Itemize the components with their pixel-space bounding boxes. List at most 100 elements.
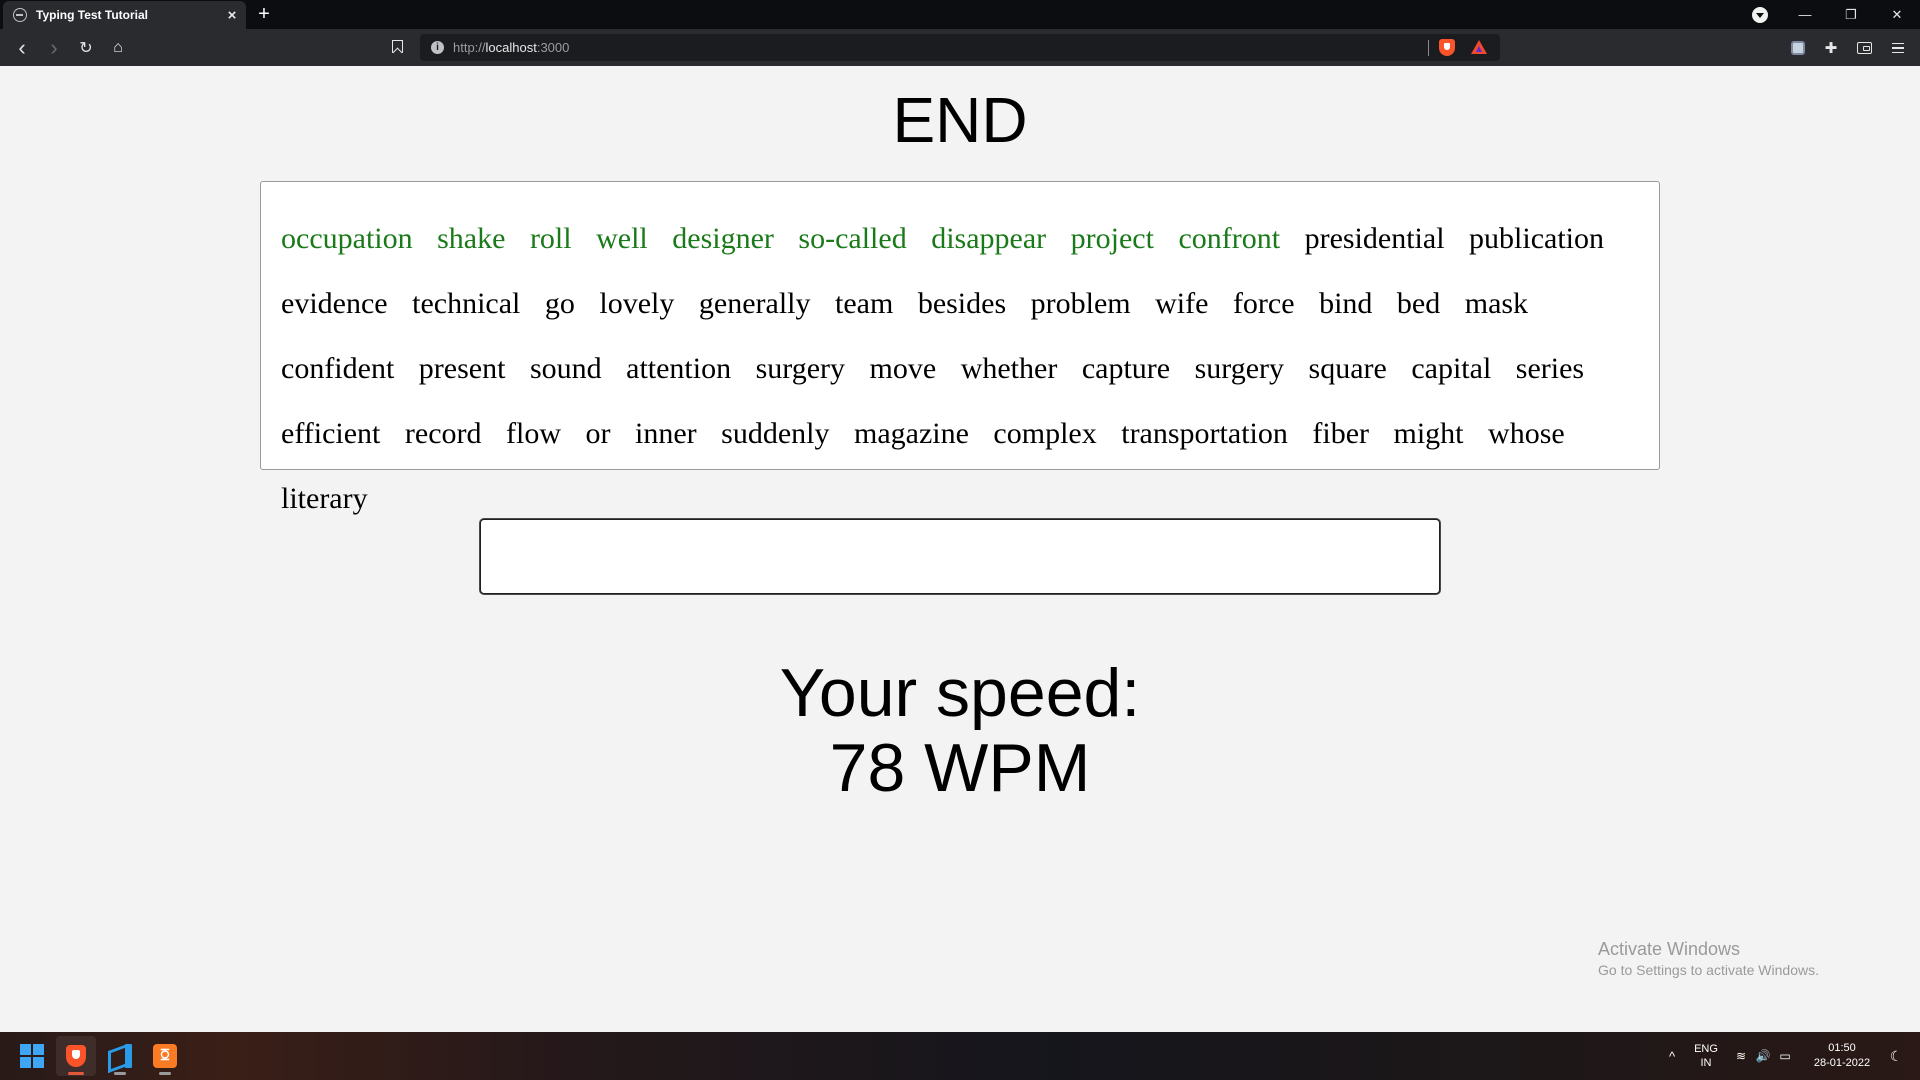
speed-value: 78 WPM: [829, 730, 1091, 806]
page-title: END: [892, 84, 1028, 156]
word: magazine: [853, 417, 969, 450]
word: go: [544, 287, 575, 320]
address-bar[interactable]: i http://localhost:3000: [420, 34, 1500, 61]
word: besides: [917, 287, 1007, 320]
minimize-button[interactable]: —: [1782, 0, 1828, 29]
word: mask: [1464, 287, 1529, 320]
language-indicator[interactable]: ENG IN: [1690, 1032, 1722, 1080]
volume-icon: 🔊: [1755, 1049, 1771, 1063]
watermark-line2: Go to Settings to activate Windows.: [1598, 962, 1819, 978]
activate-windows-watermark: Activate Windows Go to Settings to activ…: [1598, 938, 1819, 980]
url-text[interactable]: http://localhost:3000: [453, 40, 569, 55]
close-window-button[interactable]: ✕: [1874, 0, 1920, 29]
word: problem: [1030, 287, 1131, 320]
window-controls: — ❐ ✕: [1782, 0, 1920, 29]
globe-icon: [13, 8, 27, 22]
wallet-icon[interactable]: [1851, 35, 1877, 61]
word: shake: [437, 222, 506, 255]
menu-icon[interactable]: [1885, 35, 1911, 61]
word: confront: [1178, 222, 1281, 255]
back-button[interactable]: ‹: [9, 35, 35, 61]
word: or: [585, 417, 611, 450]
browser-toolbar: ‹ › ↻ ⌂ i http://localhost:3000 ✚: [0, 29, 1920, 66]
word: wife: [1155, 287, 1209, 320]
word: complex: [993, 417, 1097, 450]
site-info-icon[interactable]: i: [431, 41, 444, 54]
focus-assist-moon-icon[interactable]: ☾: [1884, 1032, 1908, 1080]
tab-close-icon[interactable]: ×: [221, 7, 243, 24]
word: whether: [960, 352, 1058, 385]
quick-settings[interactable]: ≋ 🔊 ▭: [1733, 1032, 1793, 1080]
forward-button[interactable]: ›: [41, 35, 67, 61]
word: series: [1515, 352, 1585, 385]
active-indicator: [68, 1072, 84, 1075]
battery-icon: ▭: [1779, 1049, 1791, 1063]
word: record: [404, 417, 482, 450]
page-viewport: END occupation shake roll well designer …: [0, 66, 1920, 1032]
word: move: [869, 352, 937, 385]
word: designer: [672, 222, 774, 255]
tab-title: Typing Test Tutorial: [36, 8, 148, 22]
new-tab-button[interactable]: +: [252, 2, 276, 26]
word: might: [1393, 417, 1464, 450]
word: flow: [506, 417, 562, 450]
word: team: [835, 287, 894, 320]
tray-overflow-chevron-icon[interactable]: ^: [1660, 1032, 1684, 1080]
browser-tab-active[interactable]: Typing Test Tutorial ×: [3, 1, 246, 29]
word: lovely: [599, 287, 675, 320]
speed-label: Your speed:: [779, 655, 1141, 731]
word: efficient: [281, 417, 381, 450]
url-host: localhost: [485, 40, 537, 55]
word: bind: [1319, 287, 1373, 320]
taskbar-xampp[interactable]: ꗞ: [145, 1036, 185, 1076]
word: project: [1070, 222, 1154, 255]
system-clock[interactable]: 01:50 28-01-2022: [1808, 1032, 1876, 1080]
word: so-called: [798, 222, 907, 255]
word: whose: [1488, 417, 1565, 450]
bookmark-icon[interactable]: [388, 36, 406, 58]
taskbar-vscode[interactable]: [100, 1036, 140, 1076]
clock-time: 01:50: [1828, 1042, 1856, 1054]
taskbar-brave[interactable]: [56, 1036, 96, 1076]
word: presidential: [1304, 222, 1445, 255]
brave-shields-icon[interactable]: [1439, 39, 1455, 56]
word: suddenly: [721, 417, 830, 450]
reload-button[interactable]: ↻: [73, 35, 99, 61]
word: literary: [281, 482, 368, 515]
word: sound: [529, 352, 602, 385]
browser-tab-bar: Typing Test Tutorial × + — ❐ ✕: [0, 0, 1920, 29]
word: confident: [281, 352, 395, 385]
url-port: :3000: [536, 40, 570, 55]
brave-rewards-icon[interactable]: [1471, 40, 1487, 54]
restore-button[interactable]: ❐: [1828, 0, 1874, 29]
word: attention: [626, 352, 732, 385]
watermark-line1: Activate Windows: [1598, 939, 1741, 959]
downloads-icon[interactable]: [1752, 7, 1768, 23]
typing-input[interactable]: [480, 519, 1440, 594]
start-button[interactable]: [12, 1036, 52, 1076]
brave-browser-icon: [66, 1045, 86, 1067]
url-scheme: http://: [453, 40, 486, 55]
word: fiber: [1312, 417, 1370, 450]
vscode-icon: [108, 1044, 132, 1068]
address-bar-divider: [1428, 40, 1429, 56]
word-display: occupation shake roll well designer so-c…: [260, 181, 1660, 515]
word: surgery: [1194, 352, 1285, 385]
word: present: [418, 352, 506, 385]
word: bed: [1396, 287, 1441, 320]
word: transportation: [1121, 417, 1288, 450]
running-indicator: [159, 1072, 171, 1075]
word: technical: [412, 287, 521, 320]
word: disappear: [931, 222, 1047, 255]
clock-date: 28-01-2022: [1813, 1057, 1871, 1069]
extensions-puzzle-icon[interactable]: ✚: [1818, 35, 1844, 61]
speed-result: Your speed: 78 WPM: [0, 656, 1920, 806]
word: square: [1308, 352, 1387, 385]
running-indicator: [114, 1072, 126, 1075]
word: capital: [1411, 352, 1492, 385]
extension-icon[interactable]: [1785, 35, 1811, 61]
home-button[interactable]: ⌂: [105, 35, 131, 61]
windows-taskbar: ꗞ ^ ENG IN ≋ 🔊 ▭ 01:50 28-01-2022 ☾: [0, 1032, 1920, 1080]
word: inner: [635, 417, 697, 450]
word: occupation: [281, 222, 413, 255]
